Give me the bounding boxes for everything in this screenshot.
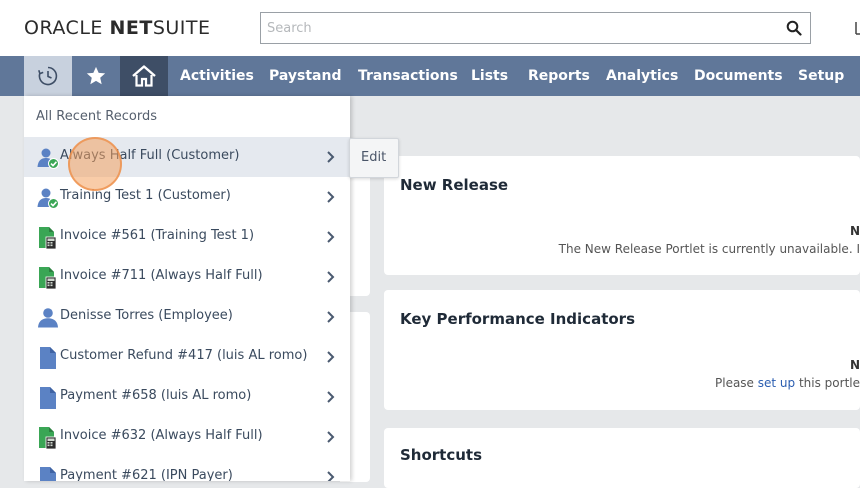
recent-record-row[interactable]: Payment #658 (luis AL romo)	[24, 377, 350, 417]
search-icon[interactable]	[786, 20, 802, 36]
nav-setup[interactable]: Setup	[798, 56, 844, 96]
main-nav-bar: Activities Paystand Transactions Lists R…	[0, 56, 860, 96]
star-icon	[86, 66, 106, 85]
chevron-right-icon[interactable]	[325, 189, 335, 203]
recent-record-row[interactable]: Invoice #632 (Always Half Full)	[24, 417, 350, 457]
edit-record-button[interactable]: Edit	[349, 138, 399, 178]
home-icon	[132, 65, 156, 87]
chevron-right-icon[interactable]	[325, 149, 335, 163]
nav-lists[interactable]: Lists	[471, 56, 508, 96]
invoice-icon	[36, 226, 60, 250]
kpi-message: Please set up this portle	[715, 376, 860, 390]
recent-record-row[interactable]: Denisse Torres (Employee)	[24, 297, 350, 337]
new-release-message: The New Release Portlet is currently una…	[558, 242, 860, 256]
kpi-n: N	[849, 358, 860, 372]
history-clock-icon	[38, 66, 58, 86]
invoice-icon	[36, 266, 60, 290]
recent-record-row[interactable]: Invoice #711 (Always Half Full)	[24, 257, 350, 297]
recent-record-label: Invoice #561 (Training Test 1)	[60, 228, 255, 243]
recent-record-row[interactable]: Always Half Full (Customer)	[24, 137, 350, 177]
kpi-title: Key Performance Indicators	[400, 310, 635, 328]
recent-record-label: Customer Refund #417 (luis AL romo)	[60, 348, 308, 363]
favorites-button[interactable]	[72, 56, 120, 96]
invoice-icon	[36, 426, 60, 450]
all-recent-records-link[interactable]: All Recent Records	[36, 109, 157, 124]
global-search	[260, 12, 811, 44]
kpi-msg-before: Please	[715, 376, 758, 390]
kpi-portlet: Key Performance Indicators N Please set …	[384, 290, 860, 410]
document-icon	[36, 466, 60, 481]
logo-oracle: ORACLE	[24, 17, 103, 39]
chevron-right-icon[interactable]	[325, 469, 335, 481]
shortcuts-portlet: Shortcuts	[384, 428, 860, 488]
new-release-n: N	[849, 224, 860, 238]
recent-record-label: Invoice #711 (Always Half Full)	[60, 268, 263, 283]
kpi-setup-link[interactable]: set up	[758, 376, 795, 390]
user-menu-icon[interactable]	[850, 20, 860, 38]
recent-records-dropdown: All Recent Records Always Half Full (Cus…	[24, 96, 350, 481]
nav-transactions[interactable]: Transactions	[358, 56, 458, 96]
customer-icon	[36, 186, 60, 210]
chevron-right-icon[interactable]	[325, 389, 335, 403]
edit-label: Edit	[361, 150, 387, 165]
chevron-right-icon[interactable]	[325, 349, 335, 363]
logo-suite: SUITE	[152, 17, 211, 39]
nav-documents[interactable]: Documents	[694, 56, 783, 96]
top-bar: ORACLE NETSUITE	[0, 0, 860, 56]
recent-record-label: Training Test 1 (Customer)	[60, 188, 231, 203]
recent-records-button[interactable]	[24, 56, 72, 96]
chevron-right-icon[interactable]	[325, 269, 335, 283]
nav-analytics[interactable]: Analytics	[606, 56, 678, 96]
chevron-right-icon[interactable]	[325, 229, 335, 243]
search-input[interactable]	[261, 13, 781, 43]
recent-record-row[interactable]: Invoice #561 (Training Test 1)	[24, 217, 350, 257]
nav-activities[interactable]: Activities	[180, 56, 254, 96]
recent-record-label: Payment #658 (luis AL romo)	[60, 388, 252, 403]
oracle-netsuite-logo[interactable]: ORACLE NETSUITE	[24, 17, 211, 39]
recent-record-row[interactable]: Training Test 1 (Customer)	[24, 177, 350, 217]
document-icon	[36, 346, 60, 370]
recent-record-label: Invoice #632 (Always Half Full)	[60, 428, 263, 443]
recent-record-label: Always Half Full (Customer)	[60, 148, 240, 163]
home-button[interactable]	[120, 56, 168, 96]
chevron-right-icon[interactable]	[325, 309, 335, 323]
shortcuts-title: Shortcuts	[400, 446, 483, 464]
logo-net: NET	[109, 17, 153, 39]
new-release-portlet: New Release N The New Release Portlet is…	[384, 156, 860, 275]
kpi-msg-after: this portle	[795, 376, 860, 390]
nav-reports[interactable]: Reports	[528, 56, 590, 96]
nav-paystand[interactable]: Paystand	[269, 56, 342, 96]
customer-icon	[36, 146, 60, 170]
recent-record-label: Payment #621 (IPN Payer)	[60, 468, 233, 481]
chevron-right-icon[interactable]	[325, 429, 335, 443]
employee-icon	[36, 306, 60, 330]
recent-record-label: Denisse Torres (Employee)	[60, 308, 233, 323]
recent-record-row[interactable]: Customer Refund #417 (luis AL romo)	[24, 337, 350, 377]
recent-record-row[interactable]: Payment #621 (IPN Payer)	[24, 457, 350, 481]
new-release-title: New Release	[400, 176, 509, 194]
document-icon	[36, 386, 60, 410]
